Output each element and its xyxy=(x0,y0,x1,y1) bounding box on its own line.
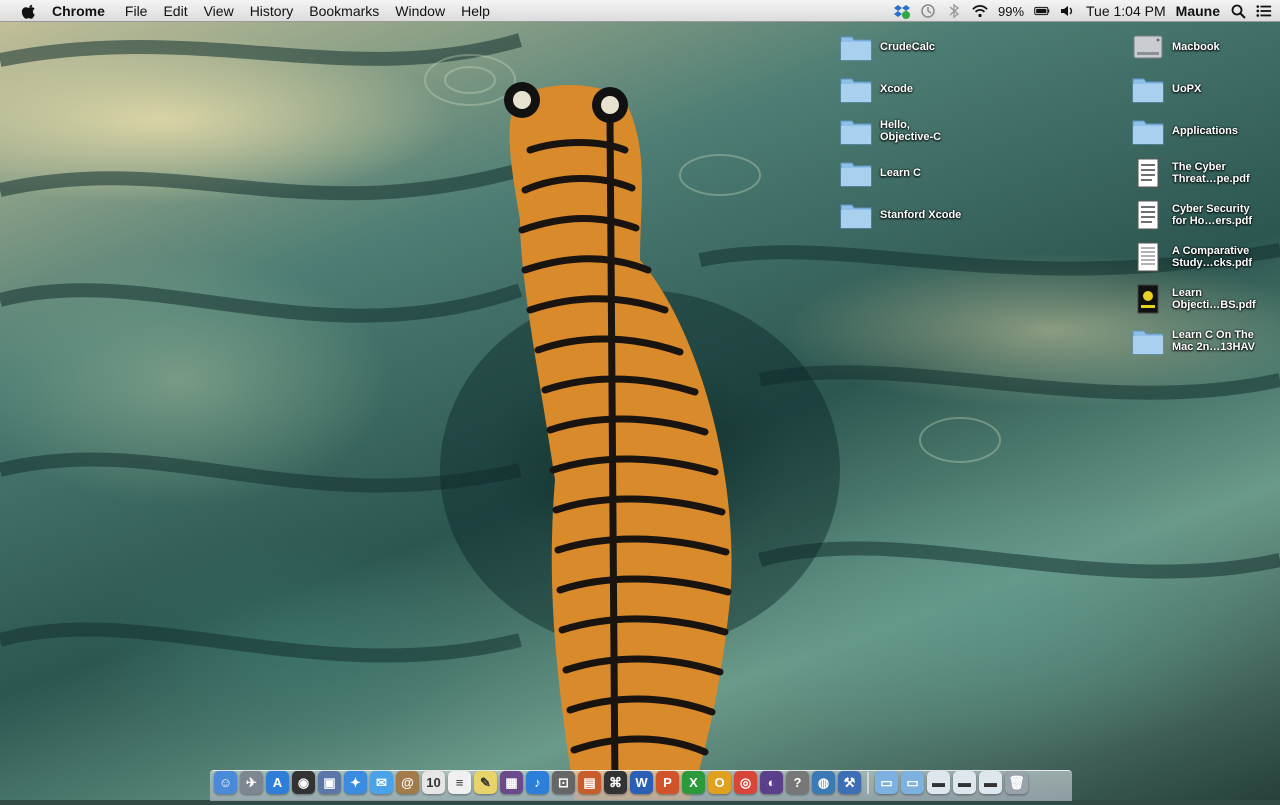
desktop-item-xcode[interactable]: Xcode xyxy=(840,74,976,104)
dock-photo-booth-icon[interactable]: ▦ xyxy=(500,771,523,794)
desktop-item-label: Macbook xyxy=(1172,41,1220,53)
desktop-item-hello-objective-c[interactable]: Hello, Objective-C xyxy=(840,116,976,146)
user-name[interactable]: Maune xyxy=(1176,3,1220,19)
dock-notes-icon[interactable]: ✎ xyxy=(474,771,497,794)
desktop-item-label: Xcode xyxy=(880,83,914,95)
folder-icon xyxy=(840,120,872,145)
desktop-item-uopx[interactable]: UoPX xyxy=(1132,74,1268,104)
dock-safari-icon[interactable]: ✦ xyxy=(344,771,367,794)
desktop-item-label: The Cyber Threat…pe.pdf xyxy=(1172,161,1250,185)
folder-icon xyxy=(840,204,872,229)
pdf-icon xyxy=(1137,200,1159,230)
desktop-item-label: UoPX xyxy=(1172,83,1202,95)
folder-icon xyxy=(1132,330,1164,355)
dock-trash-icon[interactable]: 🗑 xyxy=(1005,771,1028,794)
battery-icon[interactable] xyxy=(1034,3,1050,19)
desktop-item-label: Learn Objecti…BS.pdf xyxy=(1172,287,1256,311)
dock-recent-stack-icon[interactable]: ▬ xyxy=(979,771,1002,794)
menu-bookmarks[interactable]: Bookmarks xyxy=(301,0,387,22)
time-machine-icon[interactable] xyxy=(920,3,936,19)
dock-itunes-icon[interactable]: ♪ xyxy=(526,771,549,794)
status-area: 99% Tue 1:04 PM Maune xyxy=(893,0,1272,22)
volume-icon[interactable] xyxy=(1060,3,1076,19)
folder-icon xyxy=(840,162,872,187)
pdf-icon xyxy=(1137,158,1159,188)
dock-documents-folder-icon[interactable]: ▭ xyxy=(901,771,924,794)
dock-xcode-icon[interactable]: ⚒ xyxy=(838,771,861,794)
menu-bar: Chrome File Edit View History Bookmarks … xyxy=(0,0,1280,22)
desktop-item-learn-c[interactable]: Learn C xyxy=(840,158,976,188)
dock-microsoft-excel-icon[interactable]: X xyxy=(682,771,705,794)
menu-history[interactable]: History xyxy=(242,0,302,22)
dock-reminders-icon[interactable]: ≡ xyxy=(448,771,471,794)
dock-keynote-icon[interactable]: ▤ xyxy=(578,771,601,794)
desktop-item-label: Applications xyxy=(1172,125,1239,137)
apple-menu-icon[interactable] xyxy=(20,2,38,20)
tiger-wallpaper-art xyxy=(0,33,1280,800)
battery-percent[interactable]: 99% xyxy=(998,4,1024,19)
spotlight-search-icon[interactable] xyxy=(1230,3,1246,19)
dock-preview-icon[interactable]: ▣ xyxy=(318,771,341,794)
dock-launchpad-icon[interactable]: ✈ xyxy=(240,771,263,794)
desktop-item-label: Stanford Xcode xyxy=(880,209,962,221)
dock-terminal-icon[interactable]: ⌘ xyxy=(604,771,627,794)
dock-downloads-stack-icon[interactable]: ▬ xyxy=(927,771,950,794)
dock-google-chrome-icon[interactable]: ◎ xyxy=(734,771,757,794)
dock-separator xyxy=(867,772,869,794)
dock-help-icon[interactable]: ? xyxy=(786,771,809,794)
dropbox-icon[interactable] xyxy=(893,3,910,19)
dock-network-icon[interactable]: ◍ xyxy=(812,771,835,794)
dock-screenshot-icon[interactable]: ⊡ xyxy=(552,771,575,794)
wifi-icon[interactable] xyxy=(972,3,988,19)
dock-finder-icon[interactable]: ☺ xyxy=(214,771,237,794)
dock-dashboard-icon[interactable]: ◉ xyxy=(292,771,315,794)
dock-messages-icon[interactable]: ✉ xyxy=(370,771,393,794)
menu-window[interactable]: Window xyxy=(387,0,453,22)
hard-drive-icon xyxy=(1133,35,1163,59)
book-pdf-icon xyxy=(1137,284,1159,314)
desktop-item-comparative-study-pdf[interactable]: A Comparative Study…cks.pdf xyxy=(1132,242,1268,272)
desktop-item-label: Learn C xyxy=(880,167,921,179)
dock-eclipse-icon[interactable]: ◐ xyxy=(760,771,783,794)
dock-desktop-stack-icon[interactable]: ▬ xyxy=(953,771,976,794)
desktop-item-label: Cyber Security for Ho…ers.pdf xyxy=(1172,203,1253,227)
desktop-item-learn-c-on-the-mac[interactable]: Learn C On The Mac 2n…13HAV xyxy=(1132,326,1268,356)
bluetooth-icon[interactable] xyxy=(946,3,962,19)
menu-file[interactable]: File xyxy=(117,0,156,22)
folder-icon xyxy=(1132,120,1164,145)
dock-applications-folder-icon[interactable]: ▭ xyxy=(875,771,898,794)
desktop-item-label: Hello, Objective-C xyxy=(880,119,942,143)
desktop-item-label: Learn C On The Mac 2n…13HAV xyxy=(1172,329,1255,353)
folder-icon xyxy=(840,78,872,103)
desktop-item-applications[interactable]: Applications xyxy=(1132,116,1268,146)
folder-icon xyxy=(840,36,872,61)
desktop-item-stanford-xcode[interactable]: Stanford Xcode xyxy=(840,200,976,230)
menu-edit[interactable]: Edit xyxy=(155,0,195,22)
clock[interactable]: Tue 1:04 PM xyxy=(1086,3,1166,19)
folder-icon xyxy=(1132,78,1164,103)
desktop-item-learn-objective-c-pdf[interactable]: Learn Objecti…BS.pdf xyxy=(1132,284,1268,314)
desktop-item-cyber-threat-pdf[interactable]: The Cyber Threat…pe.pdf xyxy=(1132,158,1268,188)
notification-center-icon[interactable] xyxy=(1256,3,1272,19)
pdf-icon xyxy=(1137,242,1159,272)
dock-app-store-icon[interactable]: A xyxy=(266,771,289,794)
menu-app-name[interactable]: Chrome xyxy=(52,0,117,22)
desktop-item-crudecalc[interactable]: CrudeCalc xyxy=(840,32,976,62)
desktop-item-macbook[interactable]: Macbook xyxy=(1132,32,1268,62)
dock-microsoft-outlook-icon[interactable]: O xyxy=(708,771,731,794)
dock-contacts-icon[interactable]: @ xyxy=(396,771,419,794)
menu-view[interactable]: View xyxy=(196,0,242,22)
menu-help[interactable]: Help xyxy=(453,0,498,22)
desktop-item-label: A Comparative Study…cks.pdf xyxy=(1172,245,1253,269)
dock-microsoft-word-icon[interactable]: W xyxy=(630,771,653,794)
dock-icons: ☺ ✈ A ◉ ▣ ✦ ✉ @10 ≡ ✎ ▦ ♪ ⊡ ▤ ⌘ W P X O ◎ ◐? ◍ ⚒ ▭ ▭ ▬ ▬ ▬ 🗑 xyxy=(214,768,1028,794)
desktop-item-cyber-security-pdf[interactable]: Cyber Security for Ho…ers.pdf xyxy=(1132,200,1268,230)
desktop-wallpaper xyxy=(0,0,1280,800)
desktop-item-label: CrudeCalc xyxy=(880,41,936,53)
dock-calendar-icon[interactable]: 10 xyxy=(422,771,445,794)
dock-microsoft-powerpoint-icon[interactable]: P xyxy=(656,771,679,794)
